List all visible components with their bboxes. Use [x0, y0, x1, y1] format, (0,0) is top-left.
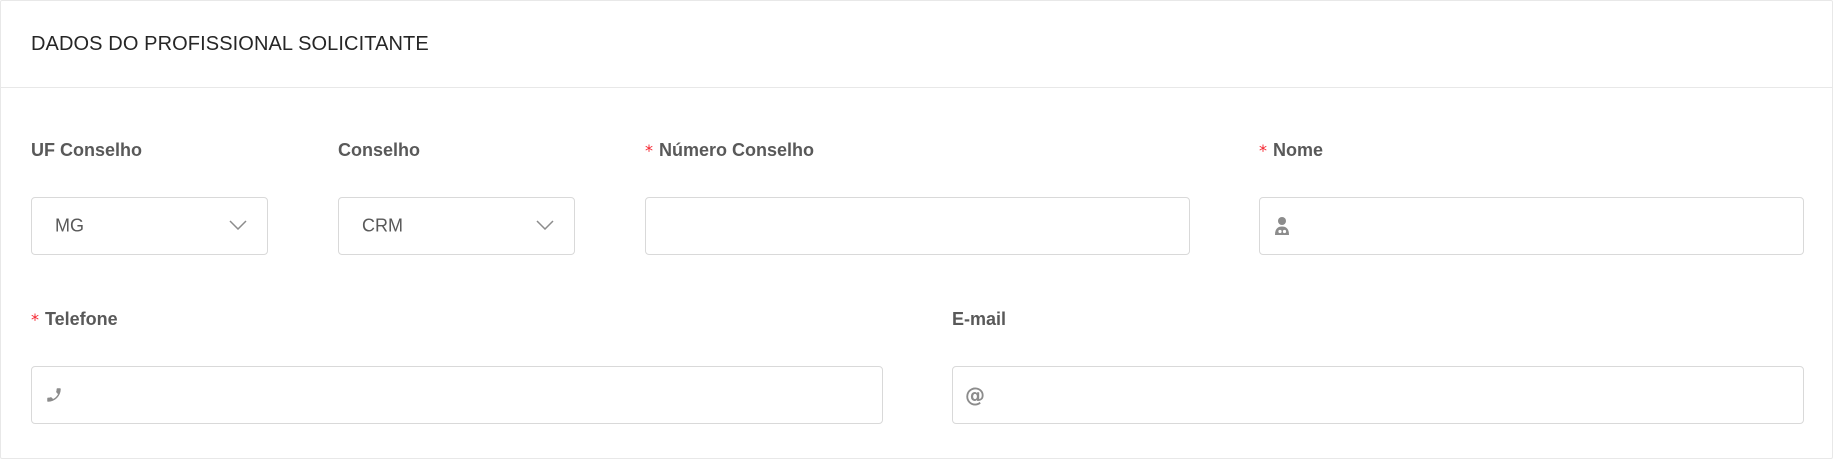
uf-conselho-select[interactable]: MG: [31, 197, 268, 255]
numero-conselho-label: * Número Conselho: [645, 140, 815, 160]
telefone-input[interactable]: [32, 367, 882, 423]
chevron-down-icon: [536, 220, 554, 230]
email-input[interactable]: [953, 367, 1803, 423]
numero-conselho-input[interactable]: [646, 198, 1189, 254]
required-marker: *: [31, 310, 39, 329]
uf-conselho-label: UF Conselho: [31, 140, 142, 160]
telefone-label: * Telefone: [31, 309, 118, 329]
numero-conselho-field[interactable]: [645, 197, 1190, 255]
card-header: DADOS DO PROFISSIONAL SOLICITANTE: [1, 1, 1832, 88]
nome-label: * Nome: [1259, 140, 1324, 160]
uf-conselho-value: MG: [55, 215, 84, 236]
nome-input[interactable]: [1260, 198, 1803, 254]
professional-data-card: DADOS DO PROFISSIONAL SOLICITANTE UF Con…: [0, 0, 1833, 459]
required-marker: *: [1259, 141, 1267, 160]
conselho-label: Conselho: [338, 140, 421, 160]
section-title: DADOS DO PROFISSIONAL SOLICITANTE: [31, 32, 429, 55]
nome-field[interactable]: [1259, 197, 1804, 255]
conselho-value: CRM: [362, 215, 403, 236]
email-label: E-mail: [952, 309, 1007, 329]
chevron-down-icon: [229, 220, 247, 230]
conselho-select[interactable]: CRM: [338, 197, 575, 255]
required-marker: *: [645, 141, 653, 160]
email-field[interactable]: @: [952, 366, 1804, 424]
telefone-field[interactable]: [31, 366, 883, 424]
